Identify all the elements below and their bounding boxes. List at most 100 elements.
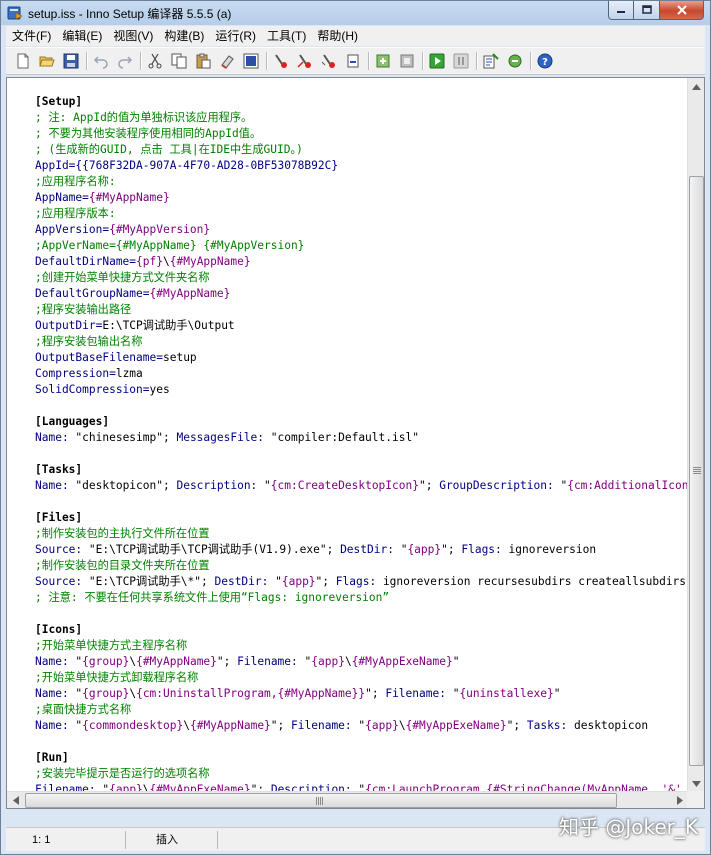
code-token: ;制作安装包的目录文件夹所在位置 bbox=[35, 559, 210, 572]
code-line[interactable]: [Languages] bbox=[35, 414, 687, 430]
vertical-scrollbar[interactable] bbox=[687, 78, 704, 792]
stop-compile-icon[interactable] bbox=[399, 53, 415, 69]
code-token: desktopicon bbox=[574, 719, 649, 732]
code-line[interactable]: ; 不要为其他安装程序使用相同的AppId值。 bbox=[35, 126, 687, 142]
code-line[interactable] bbox=[35, 606, 687, 622]
script-editor[interactable]: [Setup] ; 注: AppId的值为单独标识该应用程序。 ; 不要为其他安装程… bbox=[6, 77, 705, 809]
code-token: Flags: bbox=[461, 543, 509, 556]
code-line[interactable]: ; 注意: 不要在任何共享系统文件上使用“Flags: ignoreversio… bbox=[35, 590, 687, 606]
close-button[interactable] bbox=[660, 1, 704, 20]
compile-icon[interactable] bbox=[375, 53, 391, 69]
code-line[interactable]: ;创建开始菜单快捷方式文件夹名称 bbox=[35, 270, 687, 286]
code-line[interactable]: ;开始菜单快捷方式主程序名称 bbox=[35, 638, 687, 654]
code-line[interactable]: ;安装完毕提示是否运行的选项名称 bbox=[35, 766, 687, 782]
code-line[interactable]: ; (生成新的GUID, 点击 工具|在IDE中生成GUID。) bbox=[35, 142, 687, 158]
code-line[interactable]: Name: "{group}\{#MyAppName}"; Filename: … bbox=[35, 654, 687, 670]
code-line[interactable]: ;程序安装包输出名称 bbox=[35, 334, 687, 350]
copy-icon[interactable] bbox=[171, 53, 187, 69]
code-line[interactable]: ;程序安装输出路径 bbox=[35, 302, 687, 318]
code-line[interactable]: SolidCompression=yes bbox=[35, 382, 687, 398]
pause-icon[interactable] bbox=[453, 53, 469, 69]
select-all-icon[interactable] bbox=[243, 53, 259, 69]
code-line[interactable] bbox=[35, 398, 687, 414]
vertical-scroll-thumb[interactable] bbox=[689, 176, 704, 766]
code-line[interactable]: ;应用程序版本: bbox=[35, 206, 687, 222]
code-line[interactable]: Name: "desktopicon"; Description: "{cm:C… bbox=[35, 478, 687, 494]
cut-icon[interactable] bbox=[147, 53, 163, 69]
code-line[interactable]: OutputBaseFilename=setup bbox=[35, 350, 687, 366]
code-line[interactable]: Name: "chinesesimp"; MessagesFile: "comp… bbox=[35, 430, 687, 446]
horizontal-scroll-thumb[interactable] bbox=[25, 793, 617, 808]
code-line[interactable]: [Icons] bbox=[35, 622, 687, 638]
code-token: ; 不要为其他安装程序使用相同的AppId值。 bbox=[35, 127, 262, 140]
tools-icon[interactable] bbox=[507, 53, 523, 69]
code-line[interactable]: AppId={{768F32DA-907A-4F70-AD28-0BF53078… bbox=[35, 158, 687, 174]
code-token: ;创建开始菜单快捷方式文件夹名称 bbox=[35, 271, 210, 284]
code-token: OutputDir= bbox=[35, 319, 103, 332]
minimize-button[interactable] bbox=[608, 1, 634, 20]
scroll-down-button[interactable] bbox=[688, 775, 704, 792]
menu-tools[interactable]: 工具(T) bbox=[261, 26, 311, 46]
prev-line-icon[interactable] bbox=[321, 53, 337, 69]
code-line[interactable]: ;开始菜单快捷方式卸载程序名称 bbox=[35, 670, 687, 686]
code-line[interactable] bbox=[35, 446, 687, 462]
menu-file[interactable]: 文件(F) bbox=[6, 26, 56, 46]
code-line[interactable]: [Files] bbox=[35, 510, 687, 526]
title-bar[interactable]: setup.iss - Inno Setup 编译器 5.5.5 (a) bbox=[1, 1, 710, 25]
code-line[interactable]: [Run] bbox=[35, 750, 687, 766]
code-line[interactable]: Compression=lzma bbox=[35, 366, 687, 382]
maximize-button[interactable] bbox=[634, 1, 660, 20]
code-token: ; bbox=[425, 479, 440, 492]
code-line[interactable]: OutputDir=E:\TCP调试助手\Output bbox=[35, 318, 687, 334]
scroll-left-button[interactable] bbox=[7, 792, 24, 808]
run-icon[interactable] bbox=[429, 53, 445, 69]
code-token: Filename: bbox=[237, 655, 305, 668]
scroll-right-button[interactable] bbox=[671, 792, 688, 808]
code-line[interactable]: Name: "{commondesktop}\{#MyAppName}"; Fi… bbox=[35, 718, 687, 734]
code-line[interactable]: ; 注: AppId的值为单独标识该应用程序。 bbox=[35, 110, 687, 126]
code-area[interactable]: [Setup] ; 注: AppId的值为单独标识该应用程序。 ; 不要为其他安装程… bbox=[35, 94, 687, 797]
code-line[interactable] bbox=[35, 734, 687, 750]
code-token: SolidCompression= bbox=[35, 383, 150, 396]
redo-icon[interactable] bbox=[117, 53, 133, 69]
zhihu-watermark: 知乎 @Joker_K bbox=[558, 815, 698, 839]
code-line[interactable]: ;制作安装包的主执行文件所在位置 bbox=[35, 526, 687, 542]
code-line[interactable]: ;AppVerName={#MyAppName} {#MyAppVersion} bbox=[35, 238, 687, 254]
menu-edit[interactable]: 编辑(E) bbox=[56, 26, 107, 46]
open-file-icon[interactable] bbox=[39, 53, 55, 69]
code-line[interactable]: [Setup] bbox=[35, 94, 687, 110]
menu-help[interactable]: 帮助(H) bbox=[311, 26, 363, 46]
new-file-icon[interactable] bbox=[15, 53, 31, 69]
undo-icon[interactable] bbox=[93, 53, 109, 69]
horizontal-scrollbar[interactable] bbox=[7, 791, 688, 808]
code-line[interactable]: AppVersion={#MyAppVersion} bbox=[35, 222, 687, 238]
next-line-icon[interactable] bbox=[345, 53, 361, 69]
code-line[interactable]: Name: "{group}\{cm:UninstallProgram,{#My… bbox=[35, 686, 687, 702]
clear-icon[interactable] bbox=[219, 53, 235, 69]
scroll-up-button[interactable] bbox=[688, 78, 704, 95]
delete-line-icon[interactable] bbox=[297, 53, 313, 69]
code-line[interactable]: AppName={#MyAppName} bbox=[35, 190, 687, 206]
menu-view[interactable]: 视图(V) bbox=[107, 26, 158, 46]
insert-line-icon[interactable] bbox=[273, 53, 289, 69]
code-line[interactable]: Source: "E:\TCP调试助手\TCP调试助手(V1.9).exe"; … bbox=[35, 542, 687, 558]
help-icon[interactable]: ? bbox=[537, 53, 553, 69]
code-line[interactable]: [Tasks] bbox=[35, 462, 687, 478]
code-line[interactable]: ;桌面快捷方式名称 bbox=[35, 702, 687, 718]
wizard-icon[interactable] bbox=[483, 53, 499, 69]
toolbar-separator bbox=[140, 52, 142, 70]
code-line[interactable] bbox=[35, 494, 687, 510]
save-icon[interactable] bbox=[63, 53, 79, 69]
code-token: {#MyAppName} bbox=[189, 719, 271, 732]
menu-build[interactable]: 构建(B) bbox=[158, 26, 209, 46]
code-line[interactable]: DefaultDirName={pf}\{#MyAppName} bbox=[35, 254, 687, 270]
code-token: \ bbox=[398, 719, 406, 732]
code-line[interactable]: Source: "E:\TCP调试助手\*"; DestDir: "{app}"… bbox=[35, 574, 687, 590]
code-token: ; 注: AppId的值为单独标识该应用程序。 bbox=[35, 111, 253, 124]
menu-run[interactable]: 运行(R) bbox=[209, 26, 261, 46]
code-line[interactable]: ;制作安装包的目录文件夹所在位置 bbox=[35, 558, 687, 574]
code-line[interactable]: ;应用程序名称: bbox=[35, 174, 687, 190]
code-token: AppVersion= bbox=[35, 223, 110, 236]
code-line[interactable]: DefaultGroupName={#MyAppName} bbox=[35, 286, 687, 302]
paste-icon[interactable] bbox=[195, 53, 211, 69]
